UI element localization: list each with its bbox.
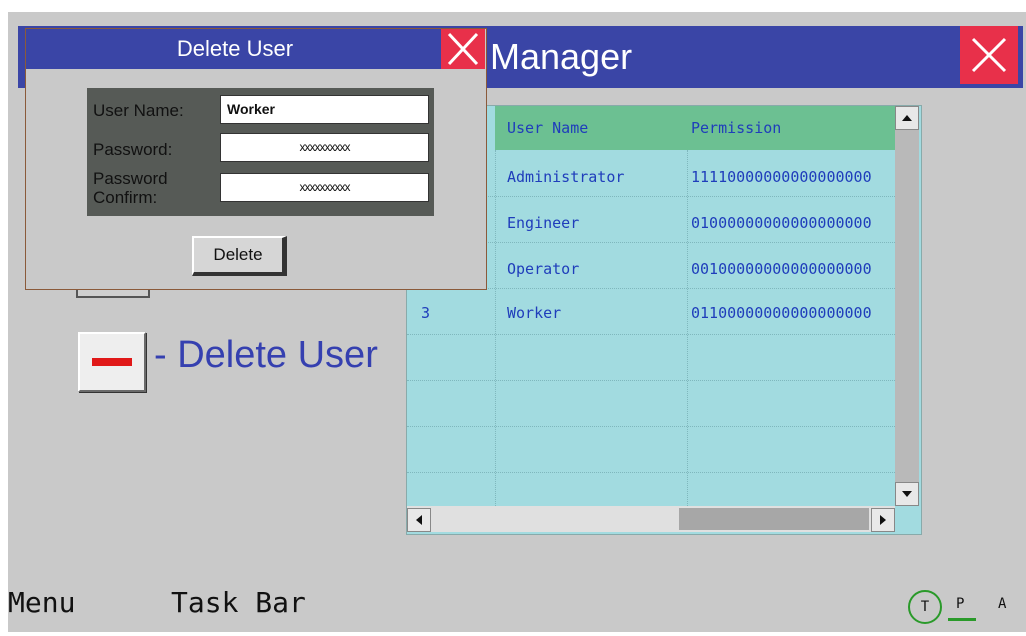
delete-user-button[interactable] [78,332,146,392]
scrollbar-corner [895,506,919,532]
arrow-down-icon [902,491,912,497]
indicator-p-underline [948,618,976,621]
row-divider [407,426,895,427]
indicator-a[interactable]: A [998,596,1006,612]
cell-permission: 11110000000000000000 [691,168,872,186]
arrow-right-icon [880,515,886,525]
dialog-titlebar: Delete User [26,29,444,69]
credentials-panel: User Name: Worker Password: xxxxxxxxxx P… [87,88,434,216]
table-header: User Name Permission [495,106,895,150]
row-index: 3 [421,304,431,322]
scroll-down-button[interactable] [895,482,919,506]
arrow-left-icon [416,515,422,525]
dialog-title: Delete User [176,36,294,61]
delete-user-dialog: Delete User User Name: Worker Password: … [25,28,487,290]
column-header-user-name: User Name [507,119,589,137]
hmi-screen: Manager - Delete User User Name Permissi… [8,12,1026,632]
minus-icon [92,358,132,366]
indicator-t[interactable]: T [908,590,942,624]
password-label: Password: [93,140,173,159]
delete-user-label: - Delete User [154,334,378,376]
row-divider [407,380,895,381]
password-confirm-label: Password [93,169,168,188]
cell-user-name: Operator [507,260,580,278]
delete-button[interactable]: Delete [192,236,287,276]
row-divider [407,472,895,473]
scroll-right-button[interactable] [871,508,895,532]
user-name-field[interactable]: Worker [220,95,429,124]
horizontal-scroll-thumb[interactable] [679,508,869,530]
dialog-close-button[interactable] [441,29,485,69]
cell-permission: 01100000000000000000 [691,304,872,322]
password-confirm-mask: xxxxxxxxxx [299,180,351,194]
vertical-scrollbar[interactable] [895,106,919,506]
scroll-left-button[interactable] [407,508,431,532]
main-close-button[interactable] [960,26,1018,84]
column-header-permission: Permission [691,119,782,137]
task-bar-button[interactable]: Task Bar [171,586,306,619]
main-title: Manager [490,36,633,77]
scroll-up-button[interactable] [895,106,919,130]
close-icon [971,37,1007,73]
cell-user-name: Administrator [507,168,625,186]
cell-user-name: Worker [507,304,562,322]
user-name-label: User Name: [93,101,184,120]
table-row[interactable]: 3 Worker 01100000000000000000 [407,290,895,336]
password-field[interactable]: xxxxxxxxxx [220,133,429,162]
password-confirm-field[interactable]: xxxxxxxxxx [220,173,429,202]
password-mask: xxxxxxxxxx [299,140,351,154]
user-name-value: Worker [227,101,275,117]
password-confirm-label-2: Confirm: [93,188,158,207]
cell-user-name: Engineer [507,214,580,232]
menu-button[interactable]: Menu [8,586,75,619]
arrow-up-icon [902,115,912,121]
horizontal-scrollbar[interactable] [407,506,895,532]
close-icon [447,32,479,66]
cell-permission: 00100000000000000000 [691,260,872,278]
cell-permission: 01000000000000000000 [691,214,872,232]
indicator-p[interactable]: P [956,596,964,612]
